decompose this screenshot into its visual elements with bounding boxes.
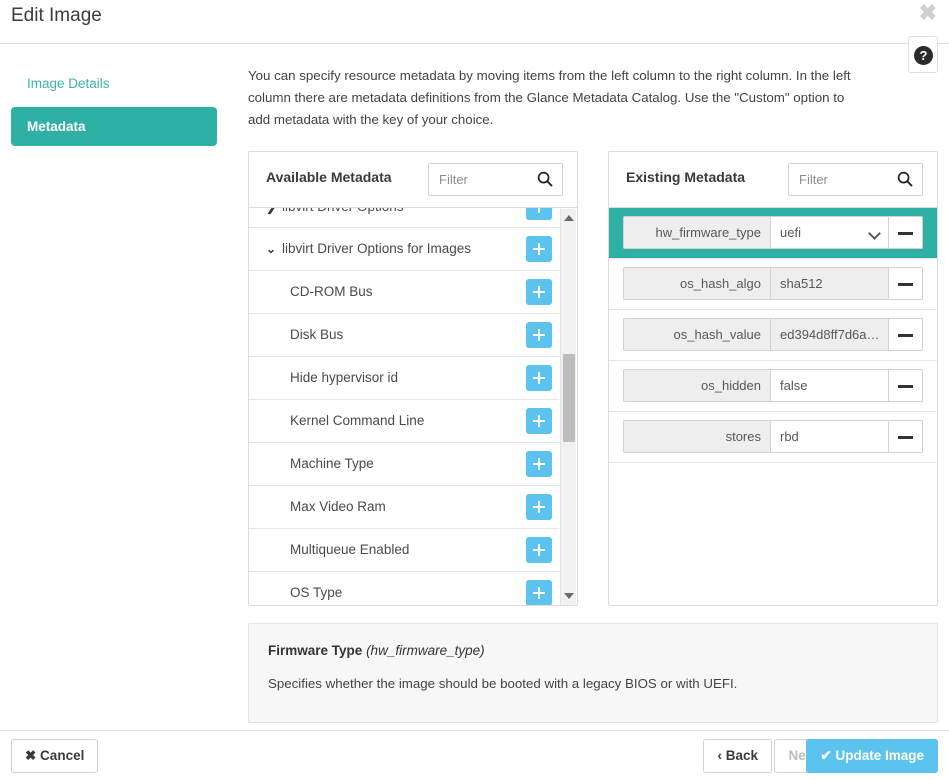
list-item-label: OS Type (290, 585, 343, 600)
back-button[interactable]: ‹ Back (703, 739, 772, 773)
metadata-key: hw_firmware_type (623, 216, 771, 249)
close-icon[interactable]: ✖ (919, 2, 937, 24)
metadata-key: os_hidden (623, 369, 771, 402)
list-item[interactable]: Kernel Command Line (249, 400, 559, 443)
list-item-label: Kernel Command Line (290, 413, 425, 428)
list-item[interactable]: Machine Type (249, 443, 559, 486)
list-item-label: Multiqueue Enabled (290, 542, 410, 557)
add-metadata-button[interactable] (526, 580, 552, 605)
list-item-label: libvirt Driver Options for Images (282, 241, 472, 256)
scroll-down-arrow-icon[interactable] (564, 593, 574, 599)
list-item[interactable]: OS Type (249, 572, 559, 605)
available-metadata-list[interactable]: ❯ libvirt Driver Options ⌄ libvirt Drive… (249, 208, 577, 605)
metadata-key: os_hash_algo (623, 267, 771, 300)
metadata-value-field[interactable]: false (771, 369, 889, 402)
list-item[interactable]: CD-ROM Bus (249, 271, 559, 314)
available-filter-box[interactable] (428, 163, 563, 196)
metadata-value-text: uefi (780, 225, 801, 240)
metadata-value-field[interactable]: sha512 (771, 267, 889, 300)
remove-metadata-button[interactable] (889, 369, 923, 402)
available-list-scrollbar[interactable] (560, 209, 576, 605)
chevron-down-icon (868, 227, 881, 240)
metadata-value-field[interactable]: rbd (771, 420, 889, 453)
add-metadata-button[interactable] (526, 279, 552, 305)
metadata-key: stores (623, 420, 771, 453)
list-item[interactable]: Multiqueue Enabled (249, 529, 559, 572)
list-item-label: Max Video Ram (290, 499, 386, 514)
remove-metadata-button[interactable] (889, 267, 923, 300)
list-item[interactable]: ⌄ libvirt Driver Options for Images (249, 228, 559, 271)
available-panel-title: Available Metadata (266, 169, 392, 185)
list-item-label: Disk Bus (290, 327, 344, 342)
available-filter-input[interactable] (437, 164, 537, 195)
transfer-panels: Available Metadata ❯ libvirt Driver O (248, 151, 938, 606)
metadata-key: os_hash_value (623, 318, 771, 351)
cancel-button[interactable]: ✖ Cancel (11, 739, 99, 773)
metadata-description-box: Firmware Type (hw_firmware_type) Specifi… (248, 623, 938, 723)
add-metadata-button[interactable] (526, 537, 552, 563)
sidebar: Image Details Metadata (0, 44, 228, 150)
table-row[interactable]: os_hidden false (609, 361, 937, 412)
add-metadata-button[interactable] (526, 408, 552, 434)
update-image-button[interactable]: ✔ Update Image (806, 739, 938, 773)
description-key: (hw_firmware_type) (366, 643, 485, 658)
sidebar-item-label: Image Details (27, 76, 110, 91)
list-item[interactable]: Hide hypervisor id (249, 357, 559, 400)
add-metadata-button[interactable] (526, 494, 552, 520)
intro-text: You can specify resource metadata by mov… (248, 68, 851, 127)
modal-body: Image Details Metadata ? You can specify… (0, 36, 949, 730)
sidebar-item-label: Metadata (27, 119, 86, 134)
add-metadata-button[interactable] (526, 208, 552, 220)
add-metadata-button[interactable] (526, 236, 552, 262)
add-metadata-button[interactable] (526, 322, 552, 348)
search-icon (537, 171, 553, 187)
remove-metadata-button[interactable] (889, 216, 923, 249)
description-title-text: Firmware Type (268, 643, 363, 658)
list-item-label: libvirt Driver Options (282, 208, 404, 214)
list-item-label: CD-ROM Bus (290, 284, 373, 299)
existing-filter-input[interactable] (797, 164, 897, 195)
metadata-value-select[interactable]: uefi (771, 216, 889, 249)
remove-metadata-button[interactable] (889, 318, 923, 351)
help-button[interactable]: ? (908, 36, 938, 73)
description-text: Specifies whether the image should be bo… (268, 676, 738, 691)
description-title: Firmware Type (hw_firmware_type) (268, 643, 918, 658)
table-row[interactable]: os_hash_algo sha512 (609, 259, 937, 310)
metadata-value-field[interactable]: ed394d8ff7d6a… (771, 318, 889, 351)
chevron-down-icon: ⌄ (266, 242, 277, 256)
page-title: Edit Image (11, 5, 102, 26)
list-item[interactable]: Max Video Ram (249, 486, 559, 529)
content-area: ? You can specify resource metadata by m… (248, 36, 938, 723)
existing-metadata-list[interactable]: hw_firmware_type uefi os_hash_algo sha51… (609, 208, 937, 605)
list-item[interactable]: Disk Bus (249, 314, 559, 357)
table-row[interactable]: hw_firmware_type uefi (609, 208, 937, 259)
sidebar-item-image-details[interactable]: Image Details (11, 64, 217, 103)
remove-metadata-button[interactable] (889, 420, 923, 453)
list-item-label: Hide hypervisor id (290, 370, 399, 385)
available-panel-header: Available Metadata (249, 152, 577, 208)
add-metadata-button[interactable] (526, 451, 552, 477)
list-item[interactable]: ❯ libvirt Driver Options (249, 208, 559, 228)
existing-panel-header: Existing Metadata (609, 152, 937, 208)
scrollbar-thumb[interactable] (563, 354, 575, 442)
table-row[interactable]: os_hash_value ed394d8ff7d6a… (609, 310, 937, 361)
available-metadata-panel: Available Metadata ❯ libvirt Driver O (248, 151, 578, 606)
existing-filter-box[interactable] (788, 163, 923, 196)
list-item-label: Machine Type (290, 456, 374, 471)
add-metadata-button[interactable] (526, 365, 552, 391)
existing-panel-title: Existing Metadata (626, 169, 746, 185)
modal-header: Edit Image ✖ (0, 0, 949, 44)
question-mark-icon: ? (914, 46, 933, 65)
search-icon (897, 171, 913, 187)
modal-footer: ✖ Cancel ‹ Back Next › ✔ Update Image (0, 730, 949, 780)
chevron-right-icon: ❯ (266, 208, 276, 214)
table-row[interactable]: stores rbd (609, 412, 937, 463)
sidebar-item-metadata[interactable]: Metadata (11, 107, 217, 146)
existing-metadata-panel: Existing Metadata hw_firmware_type uefi (608, 151, 938, 606)
scroll-up-arrow-icon[interactable] (564, 215, 574, 221)
